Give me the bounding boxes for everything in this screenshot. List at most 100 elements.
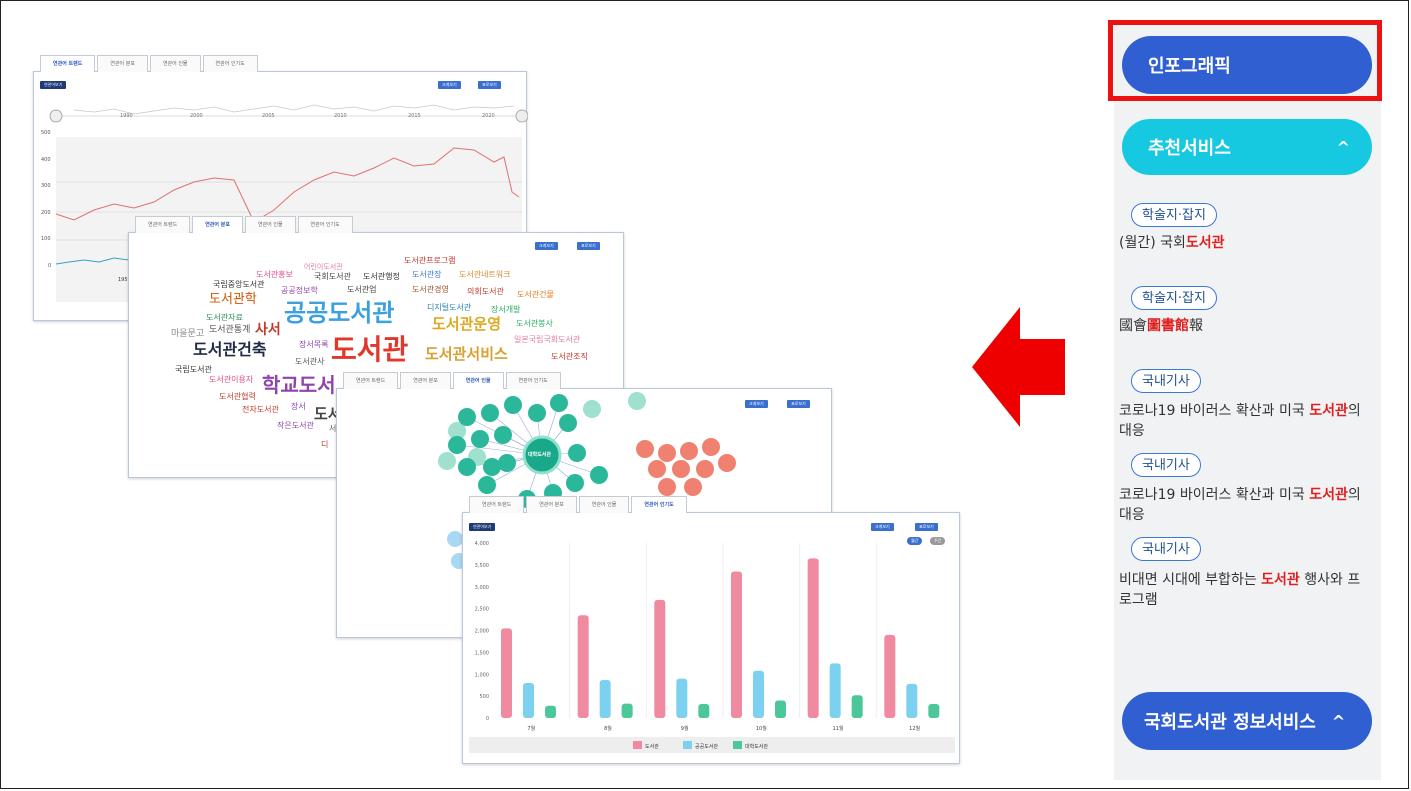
word-cloud-term[interactable]: 도서관서비스 [425, 347, 508, 362]
word-cloud-term[interactable]: 디지털도서관 [427, 304, 471, 312]
bar[interactable] [884, 634, 896, 718]
word-cloud-term[interactable]: 도서관협력 [219, 393, 256, 401]
word-cloud-term[interactable]: 마을문고 [171, 330, 204, 339]
network-node[interactable] [684, 478, 702, 496]
tab-people[interactable]: 연관어 인물 [244, 216, 296, 233]
word-cloud-term[interactable]: 도서관홍보 [256, 271, 293, 279]
bar[interactable] [807, 558, 819, 718]
national-library-service-toggle[interactable]: 국회도서관 정보서비스 ^ [1122, 692, 1372, 750]
category-tag[interactable]: 국내기사 [1131, 453, 1201, 477]
word-cloud-term[interactable]: 도서관통계 [209, 326, 250, 335]
network-node[interactable] [483, 458, 501, 476]
recommend-item-link[interactable]: 코로나19 바이러스 확산과 미국 도서관의 대응 [1119, 485, 1369, 525]
bar[interactable] [599, 679, 611, 718]
bar[interactable] [545, 705, 556, 718]
network-node[interactable] [478, 476, 496, 494]
enlarge-button[interactable]: 크게보기 [535, 242, 558, 250]
word-cloud-term[interactable]: 국립중앙도서관 [213, 281, 265, 289]
tab-popularity[interactable]: 연관어 인기도 [505, 372, 561, 389]
tab-trend[interactable]: 연관어 트렌드 [135, 216, 191, 233]
category-tag[interactable]: 학술지·잡지 [1131, 286, 1217, 310]
recommend-item-link[interactable]: 國會圖書館報 [1119, 316, 1369, 336]
network-node[interactable] [471, 430, 489, 448]
recommend-item-link[interactable]: (월간) 국회도서관 [1119, 233, 1369, 253]
word-cloud-term[interactable]: 도서관 [331, 336, 408, 364]
bar[interactable] [731, 571, 742, 718]
recommend-item-link[interactable]: 비대면 시대에 부합하는 도서관 행사와 프로그램 [1119, 570, 1369, 610]
bar[interactable] [654, 599, 666, 718]
bar[interactable] [775, 700, 786, 719]
network-node[interactable] [702, 438, 720, 456]
network-node[interactable] [680, 442, 698, 460]
tab-trend[interactable]: 연관어 트렌드 [343, 372, 399, 389]
word-cloud-term[interactable]: 도서관건물 [517, 291, 554, 299]
bar[interactable] [928, 704, 940, 718]
tab-popularity[interactable]: 연관어 인기도 [631, 496, 687, 513]
word-cloud-term[interactable]: 전자도서관 [242, 406, 279, 414]
network-node[interactable] [447, 531, 463, 547]
network-node[interactable] [566, 474, 584, 492]
word-cloud-term[interactable]: 공공도서관 [284, 301, 394, 325]
network-node[interactable] [648, 460, 666, 478]
tab-people[interactable]: 연관어 인물 [452, 372, 504, 389]
word-cloud-term[interactable]: 어린이도서관 [304, 264, 343, 271]
table-view-button[interactable]: 표로보기 [577, 242, 600, 250]
bar[interactable] [523, 683, 534, 718]
network-node[interactable] [494, 426, 512, 444]
tab-distribution[interactable]: 연관어 분포 [526, 496, 577, 513]
network-node[interactable] [528, 404, 546, 422]
word-cloud-term[interactable]: 장서개발 [491, 306, 520, 314]
word-cloud-term[interactable]: 도서관행정 [363, 273, 400, 281]
word-cloud-term[interactable]: 도서관건축 [193, 342, 267, 358]
word-cloud-term[interactable]: 디 [321, 441, 328, 449]
word-cloud-term[interactable]: 도서관업 [347, 286, 376, 294]
network-node[interactable] [718, 454, 736, 472]
bar[interactable] [753, 670, 764, 718]
network-node[interactable] [438, 452, 456, 470]
bar[interactable] [829, 663, 841, 718]
bar[interactable] [698, 704, 710, 718]
word-cloud-term[interactable]: 도서관자료 [206, 314, 243, 322]
word-cloud-term[interactable]: 도서관장 [412, 271, 441, 279]
word-cloud-term[interactable]: 사서 [255, 323, 281, 337]
word-cloud-term[interactable]: 일본국립국회도서관 [514, 336, 580, 344]
recommend-item-link[interactable]: 코로나19 바이러스 확산과 미국 도서관의 대응 [1119, 401, 1369, 441]
network-node[interactable] [658, 478, 676, 496]
category-tag[interactable]: 국내기사 [1131, 537, 1201, 561]
tab-distribution[interactable]: 연관어 분포 [97, 55, 148, 72]
word-cloud-term[interactable]: 장서 [291, 403, 306, 411]
network-node[interactable] [672, 460, 690, 478]
word-cloud-term[interactable]: 공공정보학 [281, 287, 318, 295]
tab-trend[interactable]: 연관어 트렌드 [40, 55, 96, 72]
word-cloud-term[interactable]: 도서관조직 [551, 353, 588, 361]
network-node[interactable] [658, 444, 676, 462]
legend-label[interactable]: 대학도서관 [745, 743, 768, 750]
network-node[interactable] [481, 404, 499, 422]
word-cloud-term[interactable]: 도서관봉사 [516, 320, 553, 328]
bar[interactable] [851, 695, 863, 718]
legend-label[interactable]: 도서관 [645, 743, 659, 750]
recommend-service-toggle[interactable]: 추천서비스 ^ [1122, 119, 1372, 175]
network-node[interactable] [628, 392, 646, 410]
word-cloud-term[interactable]: 도서관프로그램 [404, 257, 456, 265]
word-cloud-term[interactable]: 국회도서관 [314, 273, 351, 281]
network-node[interactable] [458, 408, 476, 426]
word-cloud-term[interactable]: 의회도서관 [467, 288, 504, 296]
tab-people[interactable]: 연관어 인물 [149, 55, 201, 72]
network-node[interactable] [590, 466, 608, 484]
tab-popularity[interactable]: 연관어 인기도 [202, 55, 258, 72]
bar[interactable] [676, 678, 688, 718]
word-cloud-term[interactable]: 도서관사 [295, 358, 324, 366]
category-tag[interactable]: 국내기사 [1131, 369, 1201, 393]
network-node[interactable] [458, 458, 476, 476]
network-node[interactable] [696, 460, 714, 478]
network-node[interactable] [559, 414, 577, 432]
network-node[interactable] [636, 440, 654, 458]
network-node[interactable] [448, 436, 466, 454]
network-node[interactable] [550, 394, 568, 412]
bar[interactable] [906, 683, 918, 718]
word-cloud-term[interactable]: 국립도서관 [175, 366, 212, 374]
word-cloud-term[interactable]: 장서목록 [299, 341, 328, 349]
word-cloud-term[interactable]: 도서관운영 [432, 317, 501, 332]
word-cloud-term[interactable]: 도서관이용자 [209, 376, 253, 384]
